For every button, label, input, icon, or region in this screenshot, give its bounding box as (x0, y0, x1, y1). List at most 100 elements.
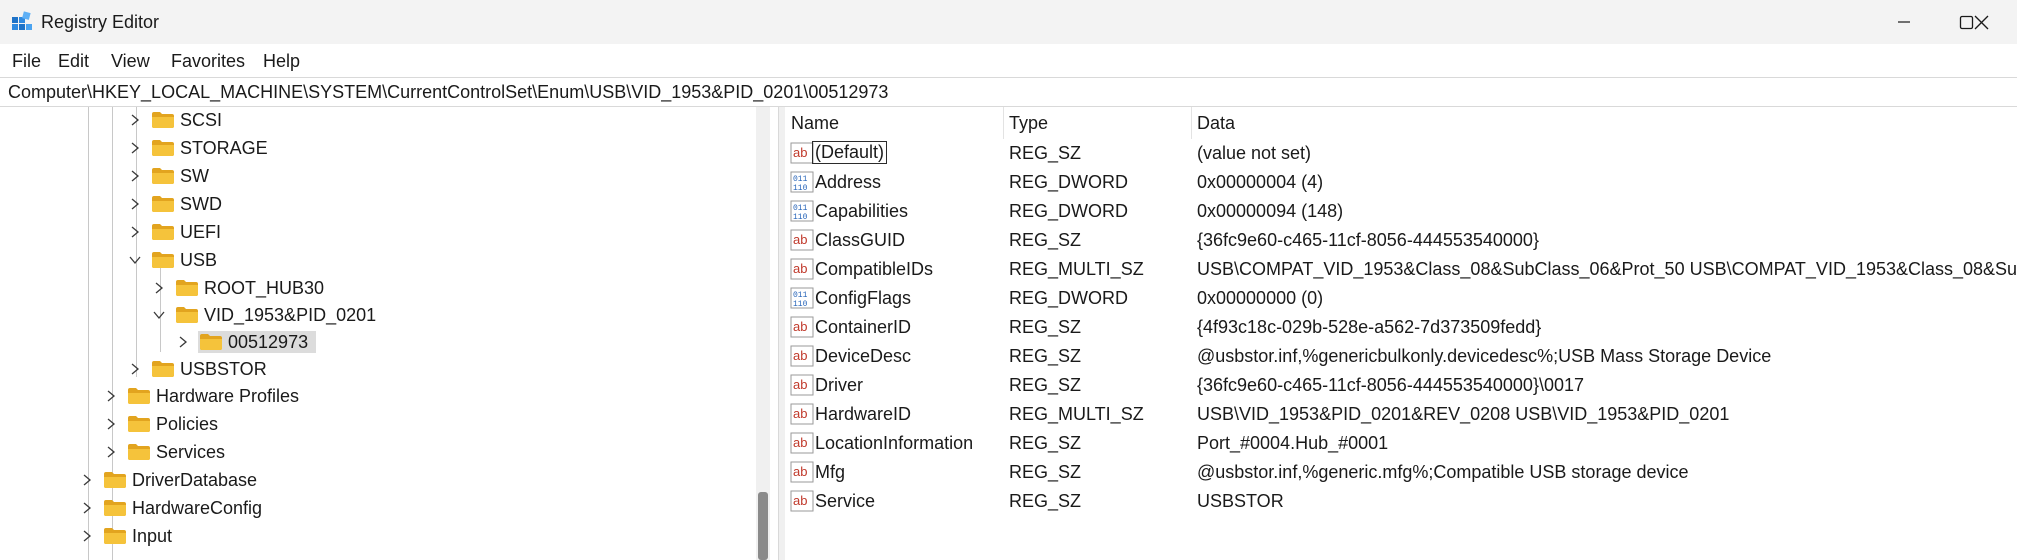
menu-favorites[interactable]: Favorites (171, 51, 245, 72)
folder-icon (104, 528, 126, 544)
value-row[interactable]: ab CompatibleIDs REG_MULTI_SZ USB\COMPAT_VI… (785, 255, 2017, 284)
chevron-right-icon[interactable] (128, 169, 142, 183)
key-tree-pane[interactable]: SCSI STORAGE SW SWD UEFI USB ROOT_HUB30 VID_195… (0, 107, 778, 560)
chevron-right-icon[interactable] (176, 335, 190, 349)
chevron-down-icon[interactable] (152, 308, 166, 322)
svg-text:ab: ab (793, 406, 807, 421)
chevron-right-icon[interactable] (104, 417, 118, 431)
column-divider[interactable] (1003, 107, 1004, 139)
values-pane[interactable]: Name Type Data ab (Default) REG_SZ (value n… (785, 107, 2017, 560)
chevron-right-icon[interactable] (104, 445, 118, 459)
folder-icon (152, 140, 174, 156)
close-icon (1974, 15, 1988, 29)
string-value-icon: ab (790, 432, 814, 454)
value-row[interactable]: ab (Default) REG_SZ (value not set) (785, 139, 2017, 168)
tree-node-label: USBSTOR (180, 359, 267, 379)
chevron-right-icon[interactable] (128, 362, 142, 376)
value-row[interactable]: 011 110 Address REG_DWORD 0x00000004 (4) (785, 168, 2017, 197)
svg-text:011: 011 (793, 175, 808, 184)
tree-node[interactable]: VID_1953&PID_0201 (106, 303, 606, 327)
value-name: HardwareID (815, 404, 912, 424)
value-data: USBSTOR (1197, 491, 1284, 511)
close-button[interactable] (1945, 0, 2017, 44)
value-name: LocationInformation (815, 433, 974, 453)
chevron-right-icon[interactable] (128, 225, 142, 239)
chevron-down-icon[interactable] (128, 253, 142, 267)
value-row[interactable]: ab HardwareID REG_MULTI_SZ USB\VID_1953&PID… (785, 400, 2017, 429)
tree-node-label: Policies (156, 414, 219, 434)
string-value-icon: ab (790, 461, 814, 483)
tree-node[interactable]: STORAGE (82, 136, 582, 160)
string-value-icon: ab (790, 142, 814, 164)
value-data: 0x00000094 (148) (1197, 201, 1344, 221)
value-row[interactable]: ab Service REG_SZ USBSTOR (785, 487, 2017, 516)
tree-node[interactable]: UEFI (82, 220, 582, 244)
string-value-icon: ab (790, 345, 814, 367)
value-type: REG_MULTI_SZ (1009, 404, 1144, 424)
tree-node[interactable]: Hardware Profiles (58, 384, 558, 408)
tree-node[interactable]: Policies (58, 412, 558, 436)
folder-icon (128, 444, 150, 460)
svg-text:ab: ab (793, 435, 807, 450)
svg-text:ab: ab (793, 319, 807, 334)
column-header-data[interactable]: Data (1197, 113, 1235, 134)
tree-node[interactable]: ROOT_HUB30 (106, 276, 606, 300)
string-value-icon: ab (790, 258, 814, 280)
tree-node[interactable]: Input (34, 524, 534, 548)
menu-edit[interactable]: Edit (58, 51, 89, 72)
value-data: 0x00000000 (0) (1197, 288, 1324, 308)
value-type: REG_DWORD (1009, 288, 1129, 308)
column-divider[interactable] (1191, 107, 1192, 139)
tree-node[interactable]: 00512973 (130, 330, 630, 354)
string-value-icon: ab (790, 229, 814, 251)
chevron-right-icon[interactable] (80, 529, 94, 543)
tree-node[interactable]: Services (58, 440, 558, 464)
menu-view[interactable]: View (111, 51, 150, 72)
folder-icon (152, 224, 174, 240)
address-bar[interactable]: Computer\HKEY_LOCAL_MACHINE\SYSTEM\Curre… (0, 77, 2017, 107)
tree-node-label: USB (180, 250, 218, 270)
value-row[interactable]: ab Mfg REG_SZ @usbstor.inf,%generic.mfg%;Co… (785, 458, 2017, 487)
value-type: REG_MULTI_SZ (1009, 259, 1144, 279)
chevron-right-icon[interactable] (104, 389, 118, 403)
tree-node[interactable]: DriverDatabase (34, 468, 534, 492)
value-row[interactable]: ab ContainerID REG_SZ {4f93c18c-029b-528e-a… (785, 313, 2017, 342)
value-data: 0x00000004 (4) (1197, 172, 1324, 192)
tree-node-label: VID_1953&PID_0201 (204, 305, 377, 325)
value-row[interactable]: ab ClassGUID REG_SZ {36fc9e60-c465-11cf-805… (785, 226, 2017, 255)
menu-file[interactable]: File (12, 51, 41, 72)
svg-text:ab: ab (793, 493, 807, 508)
column-header-type[interactable]: Type (1009, 113, 1048, 134)
chevron-right-icon[interactable] (80, 473, 94, 487)
value-data: @usbstor.inf,%genericbulkonly.devicedesc… (1197, 346, 1772, 366)
tree-scrollbar-thumb[interactable] (758, 492, 768, 560)
value-row[interactable]: 011 110 ConfigFlags REG_DWORD 0x00000000 (0) (785, 284, 2017, 313)
tree-node[interactable]: HardwareConfig (34, 496, 534, 520)
value-name: DeviceDesc (815, 346, 912, 366)
menu-help[interactable]: Help (263, 51, 300, 72)
tree-node[interactable]: USBSTOR (82, 357, 582, 381)
chevron-right-icon[interactable] (80, 501, 94, 515)
tree-node[interactable]: SW (82, 164, 582, 188)
chevron-right-icon[interactable] (128, 141, 142, 155)
tree-node[interactable]: SWD (82, 192, 582, 216)
value-row[interactable]: ab LocationInformation REG_SZ Port_#0004.Hu… (785, 429, 2017, 458)
folder-icon (104, 500, 126, 516)
column-header-name[interactable]: Name (791, 113, 839, 134)
value-type: REG_SZ (1009, 491, 1082, 511)
folder-icon (200, 334, 222, 350)
value-name: CompatibleIDs (815, 259, 934, 279)
tree-node[interactable]: USB (82, 248, 582, 272)
value-row[interactable]: 011 110 Capabilities REG_DWORD 0x00000094 (1… (785, 197, 2017, 226)
svg-text:110: 110 (793, 184, 808, 193)
address-path[interactable]: Computer\HKEY_LOCAL_MACHINE\SYSTEM\Curre… (8, 82, 888, 103)
tree-node-label: DriverDatabase (132, 470, 258, 490)
chevron-right-icon[interactable] (128, 113, 142, 127)
tree-node[interactable]: SCSI (82, 108, 582, 132)
value-row[interactable]: ab DeviceDesc REG_SZ @usbstor.inf,%genericb… (785, 342, 2017, 371)
tree-node-label: Services (156, 442, 226, 462)
svg-text:011: 011 (793, 204, 808, 213)
value-row[interactable]: ab Driver REG_SZ {36fc9e60-c465-11cf-8056-4… (785, 371, 2017, 400)
chevron-right-icon[interactable] (152, 281, 166, 295)
chevron-right-icon[interactable] (128, 197, 142, 211)
